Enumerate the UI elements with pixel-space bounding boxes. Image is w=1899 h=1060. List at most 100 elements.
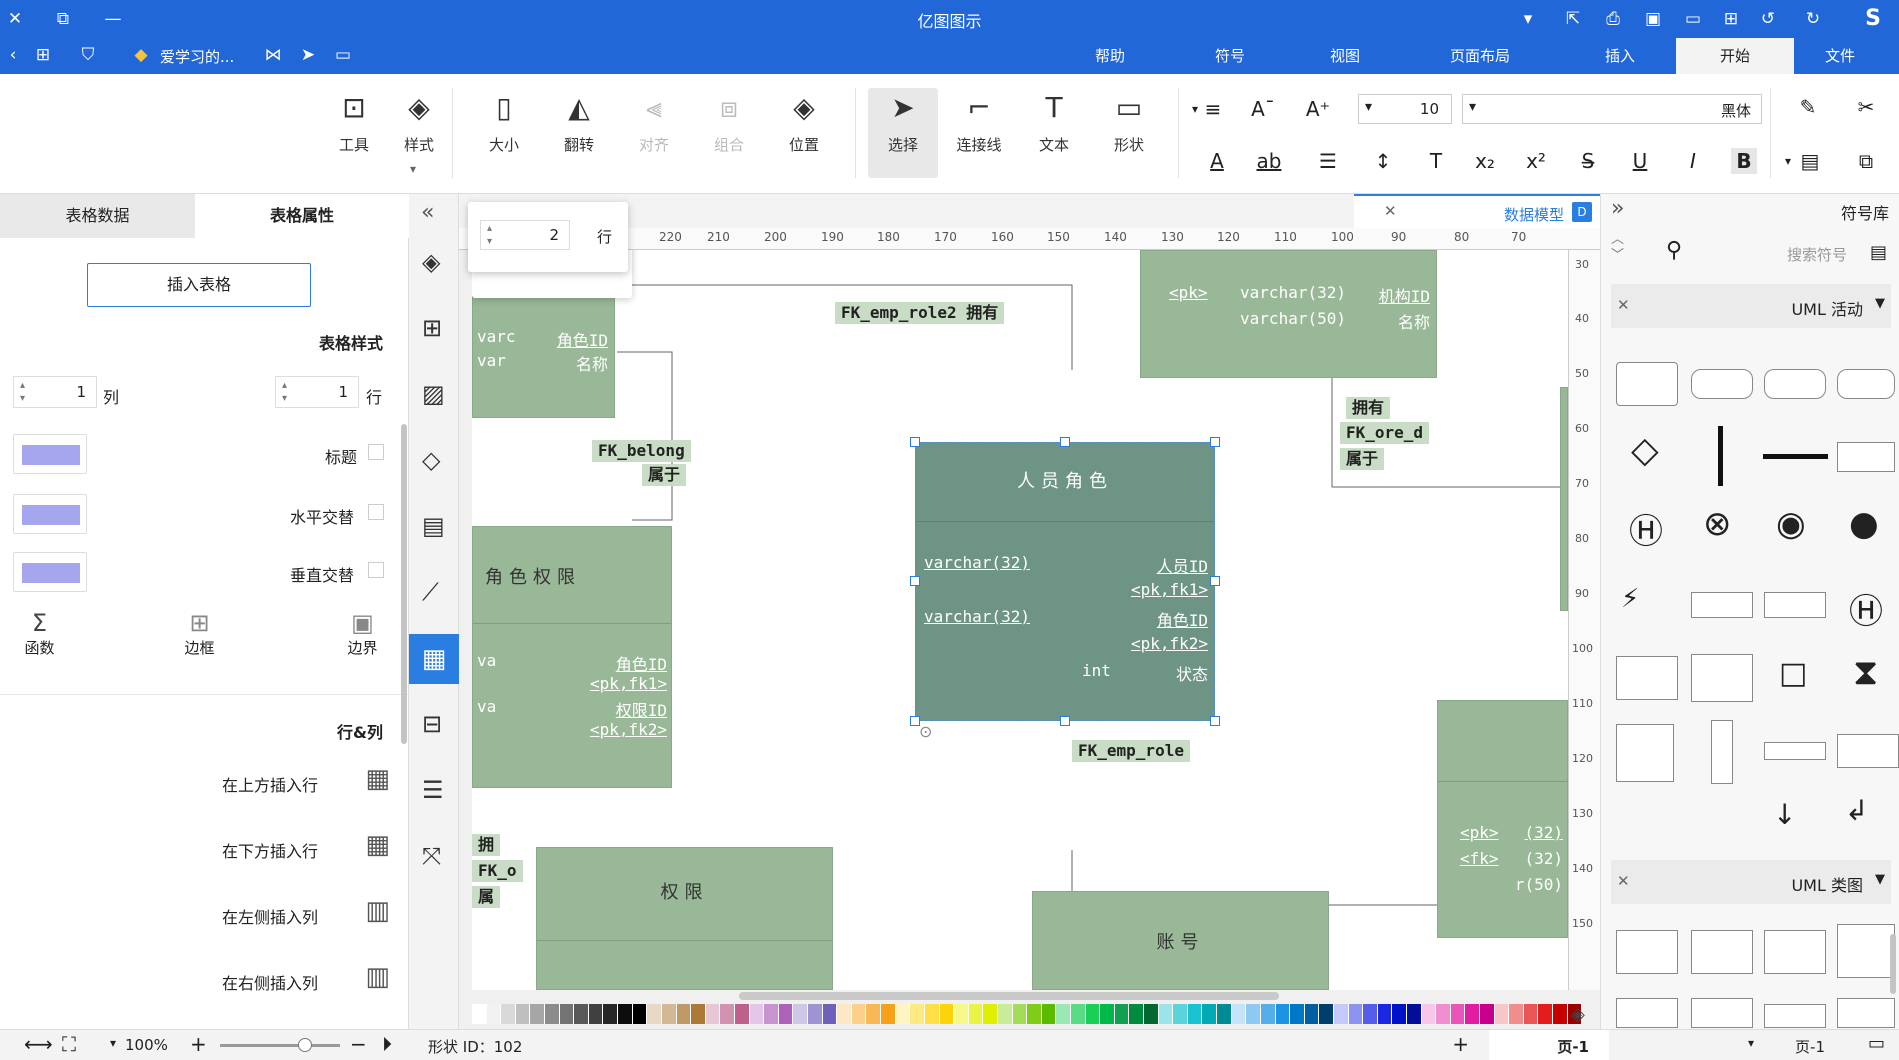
symbol-state-sub[interactable] <box>1764 369 1826 399</box>
floating-row-editor[interactable]: 行 2 ▴ ▾ <box>468 202 628 272</box>
frame-button[interactable]: ⊞ 边框 <box>172 609 227 658</box>
position-tool[interactable]: ◈ 位置 <box>775 88 833 178</box>
image-icon[interactable]: ▨ <box>422 380 445 408</box>
fit-width-icon[interactable]: ⟷ <box>24 1032 53 1056</box>
function-button[interactable]: Σ 函数 <box>12 609 67 658</box>
superscript-icon[interactable]: x² <box>1523 148 1549 174</box>
cut-icon[interactable]: ✂ <box>1853 94 1879 120</box>
color-swatch[interactable] <box>486 1004 502 1024</box>
resize-handle[interactable] <box>1060 437 1070 447</box>
color-swatch[interactable] <box>1407 1004 1422 1024</box>
tab-insert[interactable]: 插入 <box>1580 38 1660 74</box>
color-swatch[interactable] <box>1173 1004 1188 1024</box>
final-node-icon[interactable]: ◉ <box>1776 504 1806 544</box>
color-swatch[interactable] <box>778 1004 794 1024</box>
send-icon[interactable]: ➤ <box>295 42 321 68</box>
symbol-class3[interactable] <box>1764 930 1826 974</box>
tab-table-data[interactable]: 表格数据 <box>0 194 195 238</box>
font-grow-icon[interactable]: A⁺ <box>1305 96 1331 122</box>
symbol-search[interactable]: ▤ 搜索符号 ⚲ ︿ ﹀ <box>1611 232 1891 272</box>
color-swatch[interactable] <box>1158 1004 1174 1024</box>
color-swatch[interactable] <box>895 1004 911 1024</box>
panel-scrollbar[interactable] <box>401 424 407 744</box>
canvas-scrollbar[interactable] <box>739 992 1279 1000</box>
color-swatch[interactable] <box>837 1004 852 1024</box>
symbol-activity[interactable] <box>1837 369 1895 399</box>
color-swatch[interactable] <box>997 1004 1013 1024</box>
color-swatch[interactable] <box>1480 1004 1495 1024</box>
font-name-select[interactable]: 黑体 ▾ <box>1462 94 1762 124</box>
close-icon[interactable]: ✕ <box>1617 296 1630 314</box>
color-swatch[interactable] <box>939 1004 955 1024</box>
gantt-icon[interactable]: ☰ <box>422 776 444 804</box>
color-swatch[interactable] <box>764 1004 779 1024</box>
symbol-object[interactable] <box>1837 442 1895 472</box>
arrow-corner-icon[interactable]: ↲ <box>1845 794 1868 827</box>
color-swatch[interactable] <box>1538 1004 1554 1024</box>
symbol-state[interactable] <box>1691 369 1753 399</box>
entity-organization[interactable]: 机构ID varchar(32) <pk> 名称 varchar(50) <box>1140 250 1437 378</box>
entity-employee-role[interactable]: 人员角色 人员ID varchar(32) <pk,fk1> 角色ID varc… <box>915 442 1215 721</box>
color-swatch[interactable] <box>1290 1004 1305 1024</box>
collapse-icon[interactable]: ‹ <box>0 42 26 68</box>
zoom-in-icon[interactable]: + <box>190 1032 207 1056</box>
color-swatch[interactable] <box>808 1004 823 1024</box>
fill-icon[interactable]: ◈ <box>422 248 440 276</box>
section-uml-class[interactable]: ▼ UML 类图 ✕ <box>1611 860 1891 904</box>
color-swatch[interactable] <box>1129 1004 1145 1024</box>
horizontal-alt-swatch[interactable] <box>13 494 87 534</box>
flow-final-icon[interactable]: ⊗ <box>1703 504 1732 544</box>
entity-role-permission[interactable]: 角色权限 角色ID va <pk,fk1> 权限ID va <pk,fk2> <box>472 526 672 788</box>
color-swatch[interactable] <box>501 1004 516 1024</box>
color-swatch[interactable] <box>1100 1004 1115 1024</box>
resize-handle[interactable] <box>1210 576 1220 586</box>
font-color-icon[interactable]: A <box>1204 148 1230 174</box>
expand-panel-icon[interactable]: » <box>1611 196 1624 221</box>
color-swatch[interactable] <box>1187 1004 1203 1024</box>
color-swatch[interactable] <box>530 1004 546 1024</box>
chevron-down-icon[interactable]: ▾ <box>1748 1036 1754 1050</box>
scroll-arrows-icon[interactable]: ︿ ﹀ <box>1611 232 1624 264</box>
color-swatch[interactable] <box>1494 1004 1510 1024</box>
symbol-state-action[interactable] <box>1616 362 1678 406</box>
color-swatch[interactable] <box>968 1004 984 1024</box>
color-swatch[interactable] <box>954 1004 969 1024</box>
page-icon[interactable]: ▤ <box>422 512 445 540</box>
color-swatch[interactable] <box>1260 1004 1276 1024</box>
color-swatch[interactable] <box>1450 1004 1466 1024</box>
color-swatch[interactable] <box>618 1004 633 1024</box>
rotate-handle-icon[interactable]: ⊙ <box>919 722 932 741</box>
mindmap-icon[interactable]: ⤧ <box>422 842 441 870</box>
color-swatch[interactable] <box>910 1004 925 1024</box>
color-swatch[interactable] <box>734 1004 750 1024</box>
color-swatch[interactable] <box>983 1004 998 1024</box>
symbol-datatype[interactable] <box>1616 998 1678 1028</box>
zoom-out-icon[interactable]: − <box>350 1032 367 1056</box>
select-tool[interactable]: ➤ 选择 <box>868 88 938 178</box>
apps-icon[interactable]: ⊞ <box>30 42 56 68</box>
color-swatch[interactable] <box>1377 1004 1393 1024</box>
text-case-icon[interactable]: T <box>1423 148 1449 174</box>
vertical-alt-checkbox[interactable] <box>368 562 384 578</box>
entity-partial[interactable] <box>1560 387 1568 611</box>
symbol-note2[interactable] <box>1691 654 1753 702</box>
symbol-frame[interactable] <box>1837 734 1899 768</box>
color-swatch[interactable] <box>720 1004 735 1024</box>
font-shrink-icon[interactable]: Aˉ <box>1250 96 1276 122</box>
color-swatch[interactable] <box>1231 1004 1247 1024</box>
style-tool[interactable]: ◈ 样式 <box>390 88 448 178</box>
color-swatch[interactable] <box>1348 1004 1364 1024</box>
connector-tool[interactable]: ⌐ 连接线 <box>950 88 1008 178</box>
color-swatch[interactable] <box>1144 1004 1159 1024</box>
color-swatch[interactable] <box>472 1004 487 1024</box>
symbol-column[interactable] <box>1711 720 1733 784</box>
symbol-class4[interactable] <box>1837 924 1895 978</box>
resize-handle[interactable] <box>910 576 920 586</box>
float-row-stepper[interactable]: 2 ▴ ▾ <box>480 220 570 250</box>
color-swatch[interactable] <box>866 1004 882 1024</box>
layers-icon[interactable]: ◇ <box>422 446 440 474</box>
tab-help[interactable]: 帮助 <box>1070 38 1150 74</box>
color-swatch[interactable] <box>1027 1004 1042 1024</box>
table-panel-icon[interactable]: ▦ <box>409 634 459 684</box>
color-swatch[interactable] <box>1246 1004 1261 1024</box>
